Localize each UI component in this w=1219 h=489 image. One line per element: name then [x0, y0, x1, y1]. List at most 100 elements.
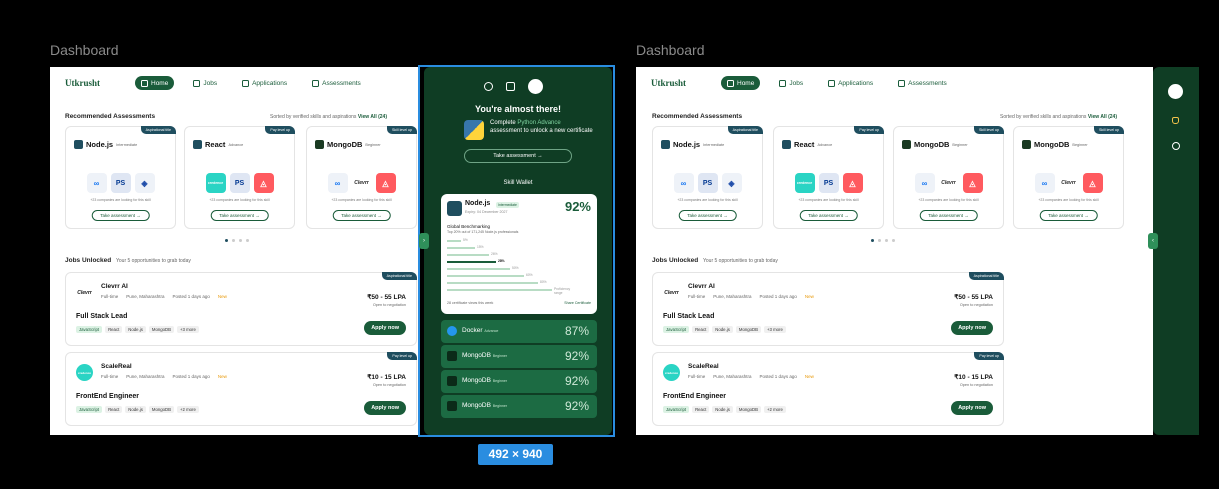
assessment-name: MongoDB [327, 140, 363, 149]
avatar[interactable] [1168, 84, 1183, 99]
assessment-card[interactable]: Aspirational title Node.js Intermediate ∞… [65, 126, 176, 229]
nav-home-label: Home [151, 79, 169, 87]
canvas-label-right: Dashboard [636, 42, 705, 58]
mongodb-icon [902, 140, 911, 149]
job-posted: Posted 1 days ago [172, 374, 210, 379]
job-type: Full-time [688, 374, 706, 379]
card-tag: Skill level up [974, 126, 1004, 134]
nodejs-icon [661, 140, 670, 149]
job-posted: Posted 1 days ago [759, 374, 797, 379]
skill-tag: Node.js [712, 406, 733, 413]
assessment-name: MongoDB [914, 140, 950, 149]
dashboard-frame-right: Utkrusht Home Jobs Applications Assessme… [636, 67, 1153, 435]
negotiation-note: Open to negotiation [959, 383, 993, 387]
job-tag: Aspirational title [968, 272, 1004, 280]
new-badge: New [804, 294, 814, 299]
job-card[interactable]: Aspirational title Clevrr Clevrr AI Full… [65, 272, 417, 346]
take-assessment-button[interactable]: Take assessment → [919, 210, 978, 221]
take-assessment-button[interactable]: Take assessment → [210, 210, 269, 221]
carousel-dot[interactable] [885, 239, 888, 242]
company-count: +23 companies are looking for this skill [798, 198, 859, 202]
nav-applications[interactable]: Applications [822, 76, 879, 90]
dashboard-frame-left: Utkrusht Home Jobs Applications Assessme… [50, 67, 420, 435]
dimension-badge: 492 × 940 [478, 444, 553, 465]
panel-expand-handle[interactable]: ‹ [1148, 233, 1158, 249]
negotiation-note: Open to negotiation [372, 303, 406, 307]
take-assessment-button[interactable]: Take assessment → [678, 210, 737, 221]
playstation-icon: PS [110, 173, 131, 193]
apply-now-button[interactable]: Apply now [364, 401, 406, 415]
nav-home[interactable]: Home [721, 76, 761, 90]
nav-applications[interactable]: Applications [236, 76, 293, 90]
recommended-subtitle: Sorted by verified skills and aspiration… [1000, 114, 1117, 120]
job-card[interactable]: Pay level up credence ScaleReal Full-tim… [65, 352, 417, 426]
skill-tag: Node.js [712, 326, 733, 333]
logo[interactable]: Utkrusht [65, 78, 135, 88]
carousel-dot[interactable] [246, 239, 249, 242]
company-name: ScaleReal [688, 363, 719, 370]
assessment-card[interactable]: Pay level up React Advance credence PS ◬ +2… [773, 126, 884, 229]
job-tag: Aspirational title [381, 272, 417, 280]
carousel-dots[interactable] [871, 239, 895, 242]
carousel-dot[interactable] [892, 239, 895, 242]
skill-tag: JavaScript [663, 406, 690, 413]
jobs-title: Jobs Unlocked [652, 257, 699, 264]
take-assessment-button[interactable]: Take assessment → [1039, 210, 1098, 221]
bell-icon[interactable] [1172, 117, 1179, 124]
jobs-title: Jobs Unlocked [65, 257, 112, 264]
nodejs-icon [74, 140, 83, 149]
nav-jobs-label: Jobs [203, 79, 218, 87]
job-card[interactable]: Pay level up credence ScaleReal Full-tim… [652, 352, 1004, 426]
job-title: Full Stack Lead [663, 313, 715, 320]
credence-icon: credence [205, 173, 226, 193]
help-icon[interactable] [1172, 142, 1180, 150]
skill-tag: JavaScript [76, 326, 103, 333]
carousel-dot[interactable] [878, 239, 881, 242]
react-icon [193, 140, 202, 149]
nav-jobs[interactable]: Jobs [773, 76, 809, 90]
nav-jobs[interactable]: Jobs [187, 76, 223, 90]
view-all-link[interactable]: View All (24) [1088, 114, 1117, 120]
take-assessment-button[interactable]: Take assessment → [91, 210, 150, 221]
assessment-card[interactable]: Skill level up MongoDB Beginner ∞ Clevrr ◬ … [306, 126, 417, 229]
nav-jobs-label: Jobs [789, 79, 804, 87]
carousel-dot[interactable] [239, 239, 242, 242]
take-assessment-button[interactable]: Take assessment → [332, 210, 391, 221]
card-tag: Pay level up [265, 126, 295, 134]
assessments-icon [312, 79, 320, 87]
negotiation-note: Open to negotiation [959, 303, 993, 307]
carousel-dot[interactable] [225, 239, 228, 242]
job-salary: ₹10 - 15 LPA [367, 374, 406, 381]
job-location: Pune, Maharashtra [713, 294, 752, 299]
apply-now-button[interactable]: Apply now [364, 321, 406, 335]
apply-now-button[interactable]: Apply now [951, 401, 993, 415]
carousel-dot[interactable] [871, 239, 874, 242]
job-card[interactable]: Aspirational title Clevrr Clevrr AI Full… [652, 272, 1004, 346]
nav-home[interactable]: Home [135, 76, 175, 90]
carousel-dot[interactable] [232, 239, 235, 242]
home-icon [141, 79, 148, 87]
company-name: ScaleReal [101, 363, 132, 370]
assessment-card[interactable]: Skill level up MongoDB Beginner ∞ Clevrr ◬ … [1013, 126, 1124, 229]
meta-icon: ∞ [673, 173, 694, 193]
jobs-subtitle: Your 5 opportunities to grab today [703, 258, 778, 264]
view-all-link[interactable]: View All (24) [358, 114, 387, 120]
playstation-icon: PS [818, 173, 839, 193]
panel-collapse-handle[interactable]: › [419, 233, 429, 249]
airbnb-icon: ◬ [842, 173, 863, 193]
skill-tag: JavaScript [663, 326, 690, 333]
card-tag: Aspirational title [727, 126, 763, 134]
assessment-card[interactable]: Skill level up MongoDB Beginner ∞ Clevrr ◬ … [893, 126, 1004, 229]
briefcase-icon [779, 79, 787, 87]
nav-assessments[interactable]: Assessments [306, 76, 367, 90]
skill-tag: +3 more [176, 326, 199, 333]
take-assessment-button[interactable]: Take assessment → [799, 210, 858, 221]
skill-tag: +3 more [763, 326, 786, 333]
assessment-card[interactable]: Pay level up React Advance credence PS ◬ +2… [184, 126, 295, 229]
nav-assessments[interactable]: Assessments [892, 76, 953, 90]
logo[interactable]: Utkrusht [651, 78, 721, 88]
apply-now-button[interactable]: Apply now [951, 321, 993, 335]
assessment-card[interactable]: Aspirational title Node.js Intermediate ∞… [652, 126, 763, 229]
carousel-dots[interactable] [225, 239, 249, 242]
company-count: +23 companies are looking for this skill [1038, 198, 1099, 202]
